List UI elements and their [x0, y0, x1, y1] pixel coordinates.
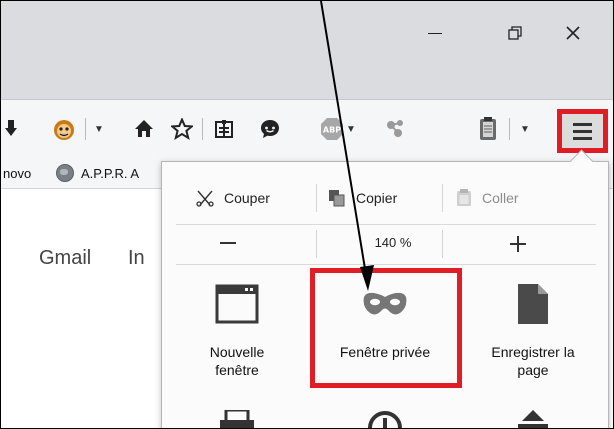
save-page-icon: [516, 277, 550, 331]
zoom-out-button[interactable]: [220, 242, 236, 244]
new-window-button[interactable]: Nouvelle fenêtre: [164, 277, 310, 387]
bookmark-item[interactable]: A.P.P.R. A: [81, 166, 139, 181]
divider: [176, 264, 596, 265]
paste-icon: [457, 189, 471, 206]
title-bar: [1, 1, 613, 99]
toolbar-separator: [202, 118, 203, 140]
app-menu-panel: Couper Copier Coller 140 % Nouvelle fenê…: [161, 161, 609, 428]
globe-icon: [56, 164, 74, 182]
dropdown-icon[interactable]: ▼: [91, 114, 107, 144]
save-page-button[interactable]: Enregistrer la page: [460, 277, 606, 387]
browser-window: ▼ ABP ▼ ▼ novo A.P.P.R. A Gmail In Coupe…: [0, 0, 614, 429]
nav-toolbar: ▼ ABP ▼ ▼: [1, 99, 613, 159]
row-separator: [442, 230, 443, 258]
dropdown-icon[interactable]: ▼: [343, 114, 359, 144]
minimize-icon: [428, 32, 442, 34]
clipboard-icon[interactable]: [473, 114, 503, 144]
chat-icon[interactable]: [255, 114, 285, 144]
toolbar-separator: [85, 118, 86, 140]
save-page-label-1: Enregistrer la: [491, 344, 575, 360]
new-window-icon: [215, 277, 259, 331]
close-button[interactable]: [553, 17, 593, 49]
scissors-icon: [196, 190, 214, 207]
zoom-in-button[interactable]: [510, 236, 526, 252]
row-separator: [316, 230, 317, 258]
page-link[interactable]: In: [128, 247, 145, 270]
bookmark-star-icon[interactable]: [167, 114, 197, 144]
gmail-link[interactable]: Gmail: [39, 247, 91, 270]
cut-button[interactable]: Couper: [196, 176, 270, 220]
minimize-button[interactable]: [415, 17, 455, 49]
copy-icon: [329, 190, 345, 207]
new-window-label-1: Nouvelle: [209, 344, 265, 360]
toolbar-separator: [509, 118, 510, 140]
copy-label: Copier: [356, 190, 398, 206]
zoom-controls: 140 %: [162, 227, 608, 261]
edit-controls: Couper Copier Coller: [162, 176, 608, 220]
bookmark-item[interactable]: novo: [3, 166, 31, 181]
share-page-icon[interactable]: [518, 410, 548, 428]
zoom-reset-button[interactable]: 140 %: [358, 235, 428, 250]
cut-label: Couper: [224, 190, 270, 206]
reading-list-icon[interactable]: [209, 114, 239, 144]
share-icon[interactable]: [381, 114, 411, 144]
save-page-label-2: page: [517, 362, 549, 378]
svg-text:ABP: ABP: [323, 126, 341, 135]
restore-button[interactable]: [495, 17, 535, 49]
hamburger-icon: [573, 122, 592, 126]
greasemonkey-icon[interactable]: [49, 114, 79, 144]
download-icon[interactable]: [3, 114, 19, 144]
divider: [176, 224, 596, 225]
print-icon[interactable]: [220, 408, 254, 428]
dropdown-icon[interactable]: ▼: [517, 114, 533, 144]
open-menu-button[interactable]: [557, 109, 608, 153]
new-window-label-2: fenêtre: [215, 362, 259, 378]
copy-button[interactable]: Copier: [328, 176, 397, 220]
highlight-box: [310, 268, 462, 388]
paste-button[interactable]: Coller: [456, 176, 519, 220]
row-separator: [316, 184, 317, 212]
row-separator: [442, 184, 443, 212]
close-icon: [566, 26, 580, 40]
home-icon[interactable]: [129, 114, 159, 144]
history-icon[interactable]: [368, 410, 402, 428]
restore-icon: [508, 26, 522, 40]
paste-label: Coller: [482, 190, 519, 206]
